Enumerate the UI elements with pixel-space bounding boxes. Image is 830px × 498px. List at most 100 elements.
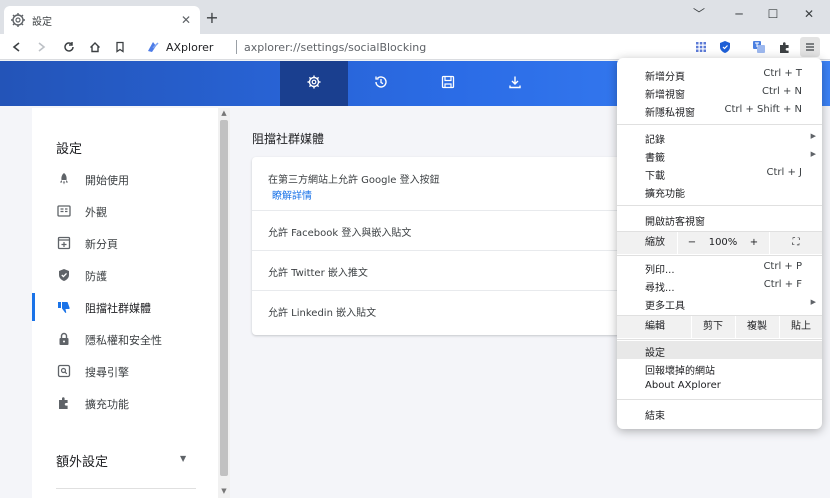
sidebar-item-appearance[interactable]: 外觀 xyxy=(32,197,218,225)
hero-tab-bookmarks[interactable] xyxy=(414,61,482,106)
edit-row: 編輯 剪下 複製 貼上 xyxy=(617,316,822,338)
setting-label: 允許 Facebook 登入與嵌入貼文 xyxy=(268,228,412,239)
url-text[interactable]: axplorer://settings/socialBlocking xyxy=(244,41,426,54)
setting-row-linkedin[interactable]: 允許 Linkedin 嵌入貼文 xyxy=(252,290,642,335)
menu-item-new-tab[interactable]: 新增分頁 Ctrl + T xyxy=(617,65,822,83)
sidebar-item-search-engine[interactable]: 搜尋引擎 xyxy=(32,357,218,385)
menu-item-bookmarks[interactable]: 書籤 ▶ xyxy=(617,146,822,164)
zoom-level: 100% xyxy=(708,237,738,248)
menu-item-new-window[interactable]: 新增視窗 Ctrl + N xyxy=(617,83,822,101)
history-icon xyxy=(373,74,389,93)
translate-icon[interactable] xyxy=(750,38,768,56)
bookmark-button[interactable] xyxy=(111,38,129,56)
gear-icon xyxy=(306,74,322,93)
shield-extension-icon[interactable] xyxy=(716,38,734,56)
browser-tab-settings[interactable]: 設定 ✕ xyxy=(4,6,200,34)
tab-close-icon[interactable]: ✕ xyxy=(178,12,194,28)
forward-button[interactable] xyxy=(32,38,50,56)
menu-item-about[interactable]: About AXplorer xyxy=(617,377,822,395)
learn-more-link[interactable]: 瞭解詳情 xyxy=(272,187,312,202)
browser-menu: 新增分頁 Ctrl + T 新增視窗 Ctrl + N 新隱私視窗 Ctrl +… xyxy=(617,58,822,429)
menu-item-shortcut: Ctrl + F xyxy=(763,279,802,290)
zoom-in-button[interactable]: + xyxy=(743,232,765,254)
close-window-button[interactable]: ✕ xyxy=(792,2,826,26)
sidebar-divider xyxy=(56,488,196,489)
sidebar-item-label: 阻擋社群媒體 xyxy=(85,302,151,315)
menu-item-exit[interactable]: 結束 xyxy=(617,404,822,422)
menu-item-print[interactable]: 列印... Ctrl + P xyxy=(617,258,822,276)
sidebar-item-get-started[interactable]: 開始使用 xyxy=(32,165,218,193)
zoom-label: 縮放 xyxy=(645,237,665,248)
menu-divider xyxy=(617,124,822,125)
menu-item-shortcut: Ctrl + Shift + N xyxy=(724,104,802,115)
copy-button[interactable]: 複製 xyxy=(739,316,775,338)
menu-item-more-tools[interactable]: 更多工具 ▶ xyxy=(617,294,822,312)
back-button[interactable] xyxy=(8,38,26,56)
menu-item-settings[interactable]: 設定 xyxy=(617,341,822,359)
menu-item-label: 下載 xyxy=(645,171,665,182)
menu-item-label: 設定 xyxy=(645,348,665,359)
puzzle-icon[interactable] xyxy=(775,38,793,56)
menu-icon[interactable] xyxy=(800,37,820,57)
menu-item-history[interactable]: 記錄 ▶ xyxy=(617,128,822,146)
sidebar-item-label: 外觀 xyxy=(85,206,107,219)
sidebar-item-new-tab[interactable]: 新分頁 xyxy=(32,229,218,257)
scroll-up-icon[interactable]: ▲ xyxy=(218,109,230,117)
settings-sidebar: 設定 開始使用 外觀 新分頁 防護 阻擋社群媒體 隱私權和安全性 搜尋引擎 擴充… xyxy=(32,108,222,498)
menu-item-label: 列印... xyxy=(645,265,675,276)
grid-extension-icon[interactable] xyxy=(692,38,710,56)
menu-item-extensions[interactable]: 擴充功能 xyxy=(617,182,822,200)
sidebar-item-label: 開始使用 xyxy=(85,174,129,187)
menu-item-guest-window[interactable]: 開啟訪客視窗 xyxy=(617,210,822,228)
menu-item-new-private-window[interactable]: 新隱私視窗 Ctrl + Shift + N xyxy=(617,101,822,119)
chevron-down-icon[interactable]: ﹀ xyxy=(682,2,716,26)
hero-tab-settings[interactable] xyxy=(280,61,348,106)
address-bar[interactable]: AXplorer axplorer://settings/socialBlock… xyxy=(138,37,678,57)
sidebar-item-extensions[interactable]: 擴充功能 xyxy=(32,389,218,417)
edit-separator xyxy=(691,316,692,338)
edit-separator xyxy=(735,316,736,338)
zoom-separator xyxy=(769,232,770,254)
new-tab-button[interactable]: + xyxy=(204,10,220,26)
menu-item-label: 尋找... xyxy=(645,283,675,294)
menu-item-label: 新增視窗 xyxy=(645,90,685,101)
sidebar-item-protection[interactable]: 防護 xyxy=(32,261,218,289)
lock-icon xyxy=(56,331,72,347)
scroll-thumb[interactable] xyxy=(220,120,228,476)
sidebar-title: 設定 xyxy=(56,142,83,157)
cut-button[interactable]: 剪下 xyxy=(695,316,731,338)
hero-tab-history[interactable] xyxy=(347,61,415,106)
setting-row-twitter[interactable]: 允許 Twitter 嵌入推文 xyxy=(252,250,642,290)
hero-tab-downloads[interactable] xyxy=(481,61,549,106)
submenu-arrow-icon: ▶ xyxy=(810,132,816,140)
setting-label: 允許 Linkedin 嵌入貼文 xyxy=(268,308,377,319)
reload-button[interactable] xyxy=(60,38,78,56)
setting-row-facebook[interactable]: 允許 Facebook 登入與嵌入貼文 xyxy=(252,210,642,250)
home-button[interactable] xyxy=(86,38,104,56)
zoom-separator xyxy=(677,232,678,254)
advanced-settings-toggle[interactable]: 額外設定 xyxy=(56,451,108,470)
browser-toolbar: AXplorer axplorer://settings/socialBlock… xyxy=(0,34,830,60)
maximize-button[interactable]: ☐ xyxy=(756,2,790,26)
minimize-button[interactable]: ─ xyxy=(722,2,756,26)
menu-item-report-broken-site[interactable]: 回報壞掉的網站 xyxy=(617,359,822,377)
sidebar-item-privacy[interactable]: 隱私權和安全性 xyxy=(32,325,218,353)
paste-button[interactable]: 貼上 xyxy=(783,316,819,338)
sidebar-scrollbar[interactable]: ▲ ▼ xyxy=(218,108,230,498)
title-bar: 設定 ✕ + ﹀ ─ ☐ ✕ xyxy=(0,0,830,34)
tab-title: 設定 xyxy=(32,17,52,28)
menu-item-downloads[interactable]: 下載 Ctrl + J xyxy=(617,164,822,182)
menu-divider xyxy=(617,339,822,340)
site-info-icon[interactable] xyxy=(146,40,160,54)
fullscreen-icon[interactable]: ⛶ xyxy=(785,232,807,254)
menu-item-label: 記錄 xyxy=(645,135,665,146)
zoom-out-button[interactable]: − xyxy=(681,232,703,254)
scroll-down-icon[interactable]: ▼ xyxy=(218,487,230,495)
setting-label: 在第三方網站上允許 Google 登入按鈕 xyxy=(268,175,440,186)
menu-item-find[interactable]: 尋找... Ctrl + F xyxy=(617,276,822,294)
chevron-down-icon[interactable]: ▼ xyxy=(180,454,186,463)
setting-label: 允許 Twitter 嵌入推文 xyxy=(268,268,368,279)
sidebar-item-social-blocking[interactable]: 阻擋社群媒體 xyxy=(32,293,218,321)
zoom-row: 縮放 − 100% + ⛶ xyxy=(617,232,822,254)
setting-row-google-login[interactable]: 在第三方網站上允許 Google 登入按鈕 瞭解詳情 xyxy=(252,157,642,210)
